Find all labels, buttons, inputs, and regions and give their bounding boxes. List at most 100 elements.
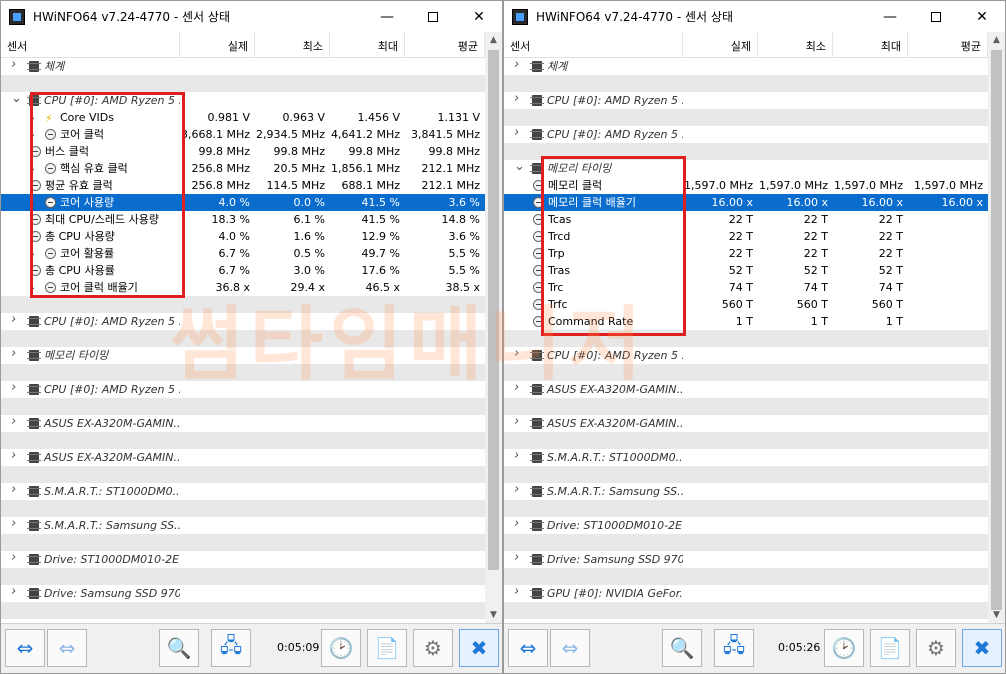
column-header-min[interactable]: 최소 [255, 32, 330, 57]
sensor-row[interactable]: Trcd 22 T 22 T 22 T [504, 228, 988, 245]
expand-chevron-icon[interactable]: › [514, 585, 522, 598]
expand-chevron-icon[interactable]: › [514, 449, 522, 462]
collapse-chevron-icon[interactable]: ⌄ [11, 92, 22, 105]
sensor-row[interactable]: 최대 CPU/스레드 사용량 18.3 % 6.1 % 41.5 % 14.8 % [1, 211, 485, 228]
expand-chevron-icon[interactable]: › [11, 449, 19, 462]
minimize-button[interactable]: — [364, 1, 410, 32]
column-header-max[interactable]: 최대 [330, 32, 405, 57]
sensor-row[interactable]: Trp 22 T 22 T 22 T [504, 245, 988, 262]
title-bar[interactable]: HWiNFO64 v7.24-4770 - 센서 상태 — ✕ [504, 1, 1005, 32]
sensor-group-row[interactable]: › S.M.A.R.T.: Samsung SS... [504, 483, 988, 500]
expand-chevron-icon[interactable]: › [514, 126, 522, 139]
sensor-row[interactable]: 메모리 클럭 배율기 16.00 x 16.00 x 16.00 x 16.00 x [504, 194, 988, 211]
sensor-row[interactable]: › 코어 클럭 3,668.1 MHz 2,934.5 MHz 4,641.2 MHz 3… [1, 126, 485, 143]
sensor-grid[interactable]: 센서 실제 최소 최대 평균 › 체계 ⌄ CPU [#0]: AMD Ryzen 5… [1, 32, 485, 624]
expand-collapse-arrows-icon[interactable]: ⇔ [508, 629, 548, 667]
expand-chevron-icon[interactable]: › [514, 381, 522, 394]
expand-chevron-icon[interactable]: › [11, 585, 19, 598]
column-header-avg[interactable]: 평균 [908, 32, 988, 57]
sensor-group-row[interactable]: › ASUS EX-A320M-GAMIN... [504, 381, 988, 398]
sensor-group-row[interactable]: › 메모리 타이밍 [1, 347, 485, 364]
scroll-down-icon[interactable]: ▼ [485, 607, 502, 624]
maximize-button[interactable] [913, 1, 959, 32]
expand-chevron-icon[interactable]: › [31, 196, 35, 211]
sensor-row[interactable]: › 핵심 유효 클럭 256.8 MHz 20.5 MHz 1,856.1 MHz 212… [1, 160, 485, 177]
sensor-group-row[interactable]: › 체계 [504, 58, 988, 75]
scroll-thumb[interactable] [991, 50, 1002, 610]
sensor-row[interactable]: Trfc 560 T 560 T 560 T [504, 296, 988, 313]
sensor-row[interactable]: 총 CPU 사용률 6.7 % 3.0 % 17.6 % 5.5 % [1, 262, 485, 279]
sensor-group-row[interactable]: › S.M.A.R.T.: Samsung SS... [1, 517, 485, 534]
column-header-sensor[interactable]: 센서 [504, 32, 683, 57]
expand-chevron-icon[interactable]: › [11, 415, 19, 428]
sensor-row[interactable]: Command Rate 1 T 1 T 1 T [504, 313, 988, 330]
log-file-icon[interactable]: 📄 [367, 629, 407, 667]
sensor-group-row[interactable]: ⌄ 메모리 타이밍 [504, 160, 988, 177]
sensor-grid[interactable]: 센서 실제 최소 최대 평균 › 체계 › CPU [#0]: AMD Ryzen 5… [504, 32, 988, 624]
column-header-sensor[interactable]: 센서 [1, 32, 180, 57]
expand-chevron-icon[interactable]: › [11, 381, 19, 394]
expand-chevron-icon[interactable]: › [31, 111, 35, 126]
sensor-group-row[interactable]: › Drive: ST1000DM010-2E... [1, 551, 485, 568]
sensor-search-icon[interactable]: 🔍 [662, 629, 702, 667]
expand-collapse-arrows-icon[interactable]: ⇔ [5, 629, 45, 667]
expand-chevron-icon[interactable]: › [11, 551, 19, 564]
move-arrows-icon[interactable]: ⇔ [550, 629, 590, 667]
vertical-scrollbar[interactable]: ▲ ▼ [485, 32, 502, 624]
column-header-max[interactable]: 최대 [833, 32, 908, 57]
sensor-group-row[interactable]: › 체계 [1, 58, 485, 75]
close-window-button[interactable]: ✕ [456, 1, 502, 32]
sensor-group-row[interactable]: › ASUS EX-A320M-GAMIN... [1, 449, 485, 466]
sensor-group-row[interactable]: › GPU [#0]: NVIDIA GeFor... [504, 585, 988, 602]
expand-chevron-icon[interactable]: › [31, 128, 35, 143]
vertical-scrollbar[interactable]: ▲ ▼ [988, 32, 1005, 624]
expand-chevron-icon[interactable]: › [514, 483, 522, 496]
clock-reset-icon[interactable]: 🕑 [321, 629, 361, 667]
move-arrows-icon[interactable]: ⇔ [47, 629, 87, 667]
sensor-row[interactable]: › ⚡ Core VIDs 0.981 V 0.963 V 1.456 V 1.131 V [1, 109, 485, 126]
sensor-row[interactable]: › 코어 사용량 4.0 % 0.0 % 41.5 % 3.6 % [1, 194, 485, 211]
expand-chevron-icon[interactable]: › [11, 58, 19, 71]
settings-gear-icon[interactable]: ⚙ [413, 629, 453, 667]
expand-chevron-icon[interactable]: › [31, 162, 35, 177]
scroll-up-icon[interactable]: ▲ [988, 32, 1005, 49]
expand-chevron-icon[interactable]: › [514, 415, 522, 428]
close-sensors-icon[interactable]: ✖ [459, 629, 499, 667]
sensor-row[interactable]: 평균 유효 클럭 256.8 MHz 114.5 MHz 688.1 MHz 212.1… [1, 177, 485, 194]
expand-chevron-icon[interactable]: › [514, 517, 522, 530]
log-file-icon[interactable]: 📄 [870, 629, 910, 667]
column-header-avg[interactable]: 평균 [405, 32, 485, 57]
sensor-group-row[interactable]: › CPU [#0]: AMD Ryzen 5 ... [504, 126, 988, 143]
sensor-group-row[interactable]: › Drive: ST1000DM010-2E... [504, 517, 988, 534]
sensor-group-row[interactable]: › Drive: Samsung SSD 970 ... [1, 585, 485, 602]
sensor-group-row[interactable]: › CPU [#0]: AMD Ryzen 5 ... [504, 347, 988, 364]
scroll-thumb[interactable] [488, 50, 499, 570]
sensor-group-row[interactable]: › CPU [#0]: AMD Ryzen 5 ... [504, 92, 988, 109]
sensor-search-icon[interactable]: 🔍 [159, 629, 199, 667]
sensor-group-row[interactable]: › CPU [#0]: AMD Ryzen 5 ... [1, 313, 485, 330]
network-icon[interactable]: 🖧 [714, 629, 754, 667]
sensor-row[interactable]: Trc 74 T 74 T 74 T [504, 279, 988, 296]
sensor-row[interactable]: › 코어 클럭 배율기 36.8 x 29.4 x 46.5 x 38.5 x [1, 279, 485, 296]
expand-chevron-icon[interactable]: › [514, 58, 522, 71]
sensor-group-row[interactable]: › ASUS EX-A320M-GAMIN... [504, 415, 988, 432]
sensor-group-row[interactable]: › S.M.A.R.T.: ST1000DM0... [1, 483, 485, 500]
sensor-group-row[interactable]: › S.M.A.R.T.: ST1000DM0... [504, 449, 988, 466]
network-icon[interactable]: 🖧 [211, 629, 251, 667]
column-header-current[interactable]: 실제 [180, 32, 255, 57]
expand-chevron-icon[interactable]: › [11, 347, 19, 360]
expand-chevron-icon[interactable]: › [11, 517, 19, 530]
sensor-row[interactable]: 버스 클럭 99.8 MHz 99.8 MHz 99.8 MHz 99.8 MHz [1, 143, 485, 160]
sensor-row[interactable]: Tras 52 T 52 T 52 T [504, 262, 988, 279]
scroll-down-icon[interactable]: ▼ [988, 607, 1005, 624]
scroll-up-icon[interactable]: ▲ [485, 32, 502, 49]
sensor-group-row[interactable]: › ASUS EX-A320M-GAMIN... [1, 415, 485, 432]
expand-chevron-icon[interactable]: › [514, 551, 522, 564]
sensor-group-row[interactable]: ⌄ CPU [#0]: AMD Ryzen 5 ... [1, 92, 485, 109]
sensor-group-row[interactable]: › CPU [#0]: AMD Ryzen 5 ... [1, 381, 485, 398]
title-bar[interactable]: HWiNFO64 v7.24-4770 - 센서 상태 — ✕ [1, 1, 502, 32]
minimize-button[interactable]: — [867, 1, 913, 32]
clock-reset-icon[interactable]: 🕑 [824, 629, 864, 667]
expand-chevron-icon[interactable]: › [514, 347, 522, 360]
close-sensors-icon[interactable]: ✖ [962, 629, 1002, 667]
